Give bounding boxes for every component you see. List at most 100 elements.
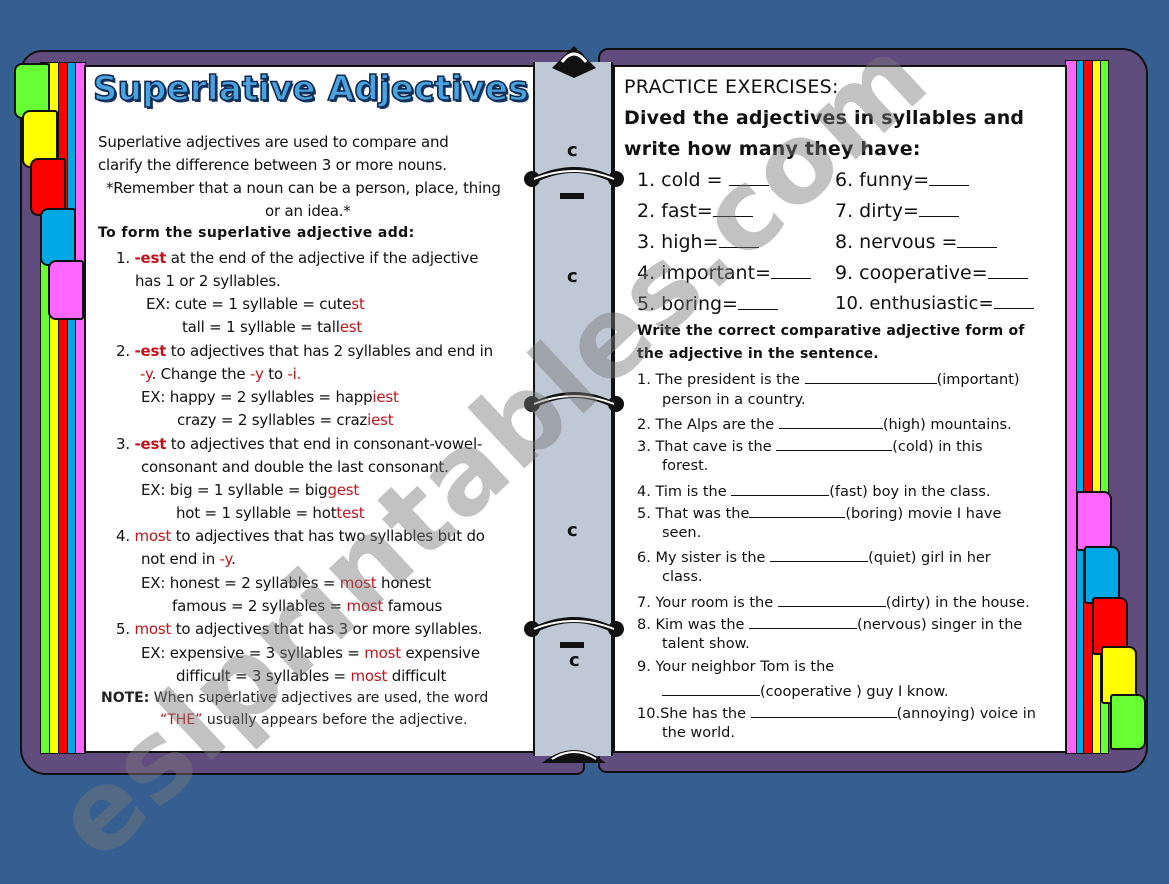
syllable-item: 6. funny=	[835, 169, 970, 191]
example-suffix: most	[364, 644, 401, 662]
sentence-item: 8. Kim was the (nervous) singer in the	[637, 614, 1022, 633]
example-suffix: most	[350, 667, 388, 685]
answer-blank[interactable]	[929, 171, 970, 186]
tab-blue-right[interactable]	[1084, 546, 1120, 604]
tab-pink-left[interactable]	[48, 260, 84, 320]
sentence-number: 7.	[637, 595, 651, 611]
answer-blank[interactable]	[749, 503, 846, 518]
sentence-item: 10.She has the (annoying) voice in	[637, 703, 1036, 722]
sentence-number: 9.	[637, 659, 651, 675]
rule-text: not end in	[141, 550, 220, 568]
answer-blank[interactable]	[770, 264, 811, 279]
answer-blank[interactable]	[957, 233, 998, 248]
sentence-item: 2. The Alps are the (high) mountains.	[637, 414, 1012, 433]
sentence-text: boy in the class.	[867, 484, 991, 500]
answer-blank[interactable]	[777, 592, 886, 607]
syllable-prompt: 2. fast=	[637, 200, 713, 222]
rule-key: -y	[219, 550, 232, 568]
sentence-text: singer in the	[926, 617, 1023, 633]
answer-blank[interactable]	[737, 295, 778, 310]
tab-pink-right[interactable]	[1076, 491, 1112, 551]
rule-text: .	[231, 550, 236, 568]
rule-text: to	[263, 365, 288, 383]
rule-number: 4.	[116, 527, 130, 545]
answer-blank[interactable]	[918, 202, 959, 217]
answer-blank[interactable]	[993, 294, 1034, 309]
sentence-text: Tim is the	[655, 484, 732, 500]
answer-blank[interactable]	[778, 414, 883, 429]
sentence-hint: (cold)	[892, 439, 934, 455]
syllable-prompt: 7. dirty=	[835, 200, 919, 222]
note-emphasis: “THE”	[160, 712, 203, 728]
spine-slot-mark	[560, 642, 584, 648]
note-line: “THE” usually appears before the adjecti…	[160, 712, 467, 728]
rule-3: 3. -est to adjectives that end in conson…	[116, 435, 482, 453]
sentence-hint: (quiet)	[868, 550, 917, 566]
answer-blank[interactable]	[749, 614, 858, 629]
answer-blank[interactable]	[804, 369, 937, 384]
tab-green-right[interactable]	[1110, 694, 1146, 750]
rule-key: -y	[140, 365, 152, 383]
rule-3-cont: consonant and double the last consonant.	[141, 458, 449, 476]
sentence-hint: (high)	[882, 417, 926, 433]
answer-blank[interactable]	[728, 171, 769, 186]
rule-5-example: EX: expensive = 3 syllables = most expen…	[141, 644, 480, 662]
example-suffix: test	[336, 504, 365, 522]
rule-number: 2.	[116, 342, 130, 360]
rule-1-example: EX: cute = 1 syllable = cutest	[146, 295, 365, 313]
rule-number: 5.	[116, 620, 130, 638]
rule-number: 3.	[116, 435, 130, 453]
example-text: EX: big = 1 syllable = big	[141, 481, 328, 499]
note-line: NOTE: When superlative adjectives are us…	[101, 690, 488, 706]
answer-blank[interactable]	[718, 233, 759, 248]
example-text: EX: honest = 2 syllables =	[141, 574, 340, 592]
ring-bottom-clip-icon	[542, 750, 606, 763]
sentence-item: 6. My sister is the (quiet) girl in her	[637, 547, 991, 566]
rule-heading: To form the superlative adjective add:	[98, 225, 415, 241]
example-text: tall = 1 syllable = tall	[182, 318, 340, 336]
rule-text: to adjectives that end in consonant-vowe…	[166, 435, 483, 453]
sentence-number: 4.	[637, 484, 651, 500]
page-title: Superlative Adjectives	[92, 68, 529, 110]
sentence-cont: class.	[662, 569, 703, 585]
sentence-number: 10.	[637, 706, 661, 722]
syllable-item: 4. important=	[637, 262, 811, 284]
intro-line: or an idea.*	[265, 202, 351, 220]
example-suffix: est	[339, 318, 363, 336]
answer-blank[interactable]	[731, 481, 830, 496]
example-text: hot = 1 syllable = hot	[176, 504, 337, 522]
example-text: difficult	[387, 667, 447, 685]
syllable-item: 1. cold =	[637, 169, 769, 191]
sentence-number: 2.	[637, 417, 651, 433]
syllable-prompt: 5. boring=	[637, 293, 738, 315]
rule-1: 1. -est at the end of the adjective if t…	[116, 249, 478, 267]
sentence-text: That cave is the	[655, 439, 777, 455]
spine-slot-mark	[560, 193, 584, 199]
rule-number: 1.	[116, 249, 130, 267]
sentence-text: The Alps are the	[655, 417, 779, 433]
sentence-number: 5.	[637, 506, 651, 522]
sentence-text: She has the	[660, 706, 751, 722]
answer-blank[interactable]	[662, 681, 760, 696]
ring-top-clip-icon	[552, 46, 596, 78]
example-text: honest	[376, 574, 431, 592]
answer-blank[interactable]	[770, 547, 869, 562]
answer-blank[interactable]	[712, 202, 753, 217]
answer-blank[interactable]	[987, 264, 1028, 279]
syllable-prompt: 4. important=	[637, 262, 771, 284]
rule-4: 4. most to adjectives that has two sylla…	[116, 527, 485, 545]
answer-blank[interactable]	[776, 436, 893, 451]
sentence-item: 4. Tim is the (fast) boy in the class.	[637, 481, 991, 500]
sentence-number: 1.	[637, 372, 651, 388]
example-suffix: iest	[367, 411, 394, 429]
example-text: EX: cute = 1 syllable = cute	[146, 295, 352, 313]
note-text: When superlative adjectives are used, th…	[149, 690, 489, 706]
tab-blue-left[interactable]	[40, 208, 76, 266]
rule-5-example: difficult = 3 syllables = most difficult	[176, 667, 446, 685]
note-label: NOTE:	[101, 690, 150, 706]
answer-blank[interactable]	[750, 703, 897, 718]
example-suffix: st	[351, 295, 365, 313]
rule-3-example: EX: big = 1 syllable = biggest	[141, 481, 359, 499]
syllable-prompt: 3. high=	[637, 231, 719, 253]
intro-line: Superlative adjectives are used to compa…	[98, 133, 449, 151]
